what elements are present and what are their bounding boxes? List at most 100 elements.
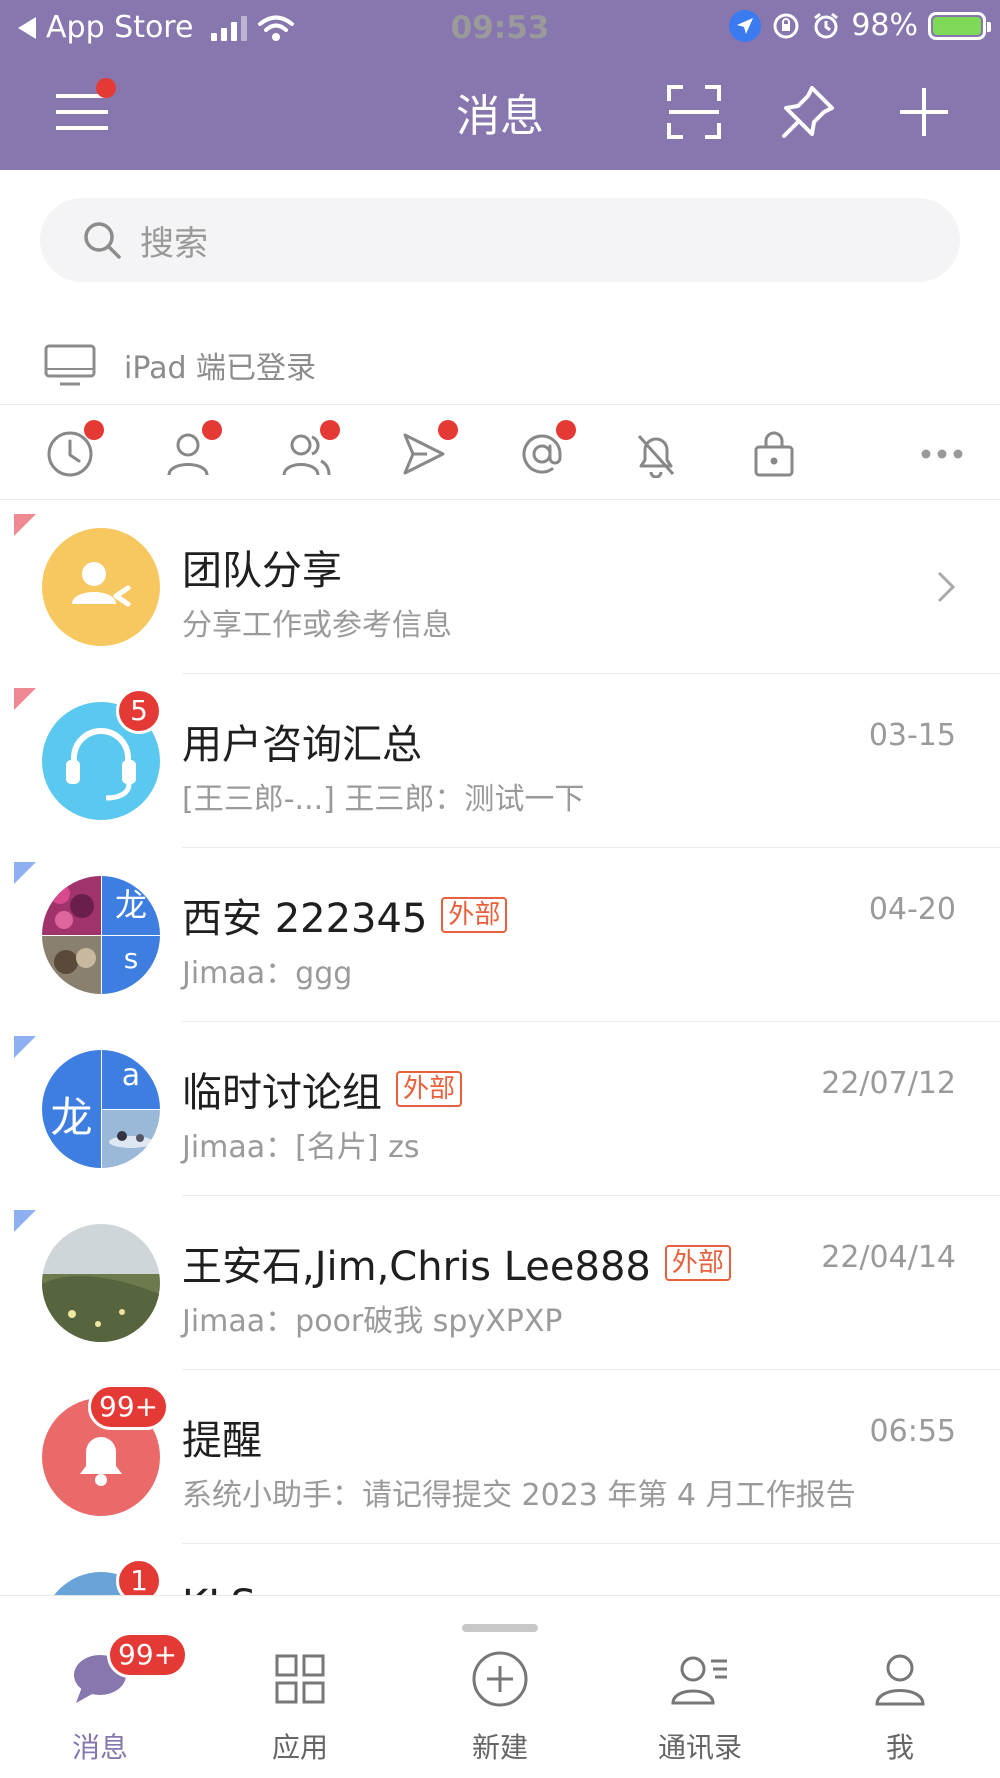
drag-handle[interactable] — [462, 1624, 538, 1632]
tab-label: 通讯录 — [657, 1731, 742, 1764]
conversation-item-temp-group[interactable]: 龙 a 临时讨论组 外部 Jimaa：[名片] zs 22/07/12 — [0, 1022, 1000, 1196]
group-avatar-temp: 龙 a — [42, 1050, 160, 1168]
pinned-corner-marker — [14, 1036, 36, 1058]
external-tag: 外部 — [396, 1071, 463, 1107]
tab-badge: 99+ — [107, 1632, 189, 1678]
group-avatar-xian: 龙 s — [42, 876, 160, 994]
nav-header: 消息 — [0, 62, 1000, 162]
filter-contacts[interactable] — [160, 420, 222, 482]
address-book-icon — [671, 1656, 727, 1705]
more-icon — [921, 449, 963, 459]
conversation-item-kls[interactable]: 1 KLS 昨天 — [0, 1544, 1000, 1595]
tab-messages[interactable]: 99+ 消息 — [0, 1632, 200, 1774]
status-bar: App Store 09:53 98% — [0, 0, 1000, 56]
conversation-preview: 分享工作或参考信息 — [182, 608, 452, 643]
orientation-lock-icon — [773, 13, 799, 38]
avatar-initial: 龙 — [114, 886, 147, 924]
page-title: 消息 — [456, 91, 544, 142]
filter-recent[interactable] — [42, 420, 104, 482]
external-tag: 外部 — [441, 897, 508, 933]
conversation-item-xian[interactable]: 龙 s 西安 222345 外部 Jimaa：ggg 04-20 — [0, 848, 1000, 1022]
pin-button[interactable] — [776, 80, 840, 144]
device-login-text: iPad 端已登录 — [124, 350, 317, 386]
conversation-preview: Jimaa：[名片] zs — [182, 1130, 420, 1165]
bottom-tab-bar: 99+ 消息 应用 新建 通讯录 我 — [0, 1595, 1000, 1778]
conversation-title: 王安石,Jim,Chris Lee888 外部 — [182, 1234, 731, 1292]
tab-new[interactable]: 新建 — [400, 1644, 600, 1774]
unread-badge: 99+ — [88, 1384, 170, 1430]
user-icon — [875, 1654, 925, 1706]
conversation-preview: 系统小助手：请记得提交 2023 年第 4 月工作报告 — [182, 1478, 856, 1513]
filter-dot — [320, 420, 340, 440]
share-user-icon — [72, 562, 131, 607]
tab-label: 我 — [885, 1731, 914, 1764]
scan-button[interactable] — [662, 80, 726, 144]
conversation-preview: [王三郎-...] 王三郎：测试一下 — [182, 782, 585, 817]
conversation-item-team-share[interactable]: 团队分享 分享工作或参考信息 — [0, 500, 1000, 674]
alarm-icon — [814, 12, 839, 38]
filter-dot — [438, 420, 458, 440]
search-icon — [84, 222, 121, 259]
plus-icon — [900, 88, 948, 136]
group-avatar-photo — [42, 1224, 160, 1342]
conversation-item-wang-anshi[interactable]: 王安石,Jim,Chris Lee888 外部 Jimaa：poor破我 spy… — [0, 1196, 1000, 1370]
conversation-item-reminder[interactable]: 99+ 提醒 系统小助手：请记得提交 2023 年第 4 月工作报告 06:55 — [0, 1370, 1000, 1544]
filter-dot — [84, 420, 104, 440]
pin-icon — [782, 86, 834, 138]
avatar-initial: s — [123, 942, 139, 975]
tab-me[interactable]: 我 — [800, 1644, 1000, 1774]
filter-mentions[interactable] — [514, 420, 576, 482]
pinned-corner-marker — [14, 862, 36, 884]
tab-apps[interactable]: 应用 — [200, 1644, 400, 1774]
add-button[interactable] — [892, 80, 956, 144]
unread-badge: 1 — [116, 1558, 162, 1595]
filter-bar — [0, 406, 1000, 500]
conversation-time: 22/04/14 — [821, 1240, 956, 1275]
conversation-title: 提醒 — [182, 1418, 262, 1464]
conversation-list: 团队分享 分享工作或参考信息 5 用户咨询汇总 [王三郎-...] 王三郎：测试… — [0, 500, 1000, 1595]
tab-label: 新建 — [471, 1731, 528, 1764]
conversation-time: 06:55 — [869, 1414, 956, 1449]
conversation-time: 03-15 — [868, 718, 956, 753]
filter-more[interactable] — [914, 426, 970, 482]
monitor-icon — [44, 344, 96, 385]
conversation-time: 昨天 — [896, 1588, 956, 1595]
tab-label: 应用 — [271, 1731, 328, 1764]
device-login-notice[interactable]: iPad 端已登录 — [0, 325, 1000, 405]
lock-icon — [754, 431, 794, 477]
battery-percent: 98% — [851, 8, 918, 43]
grid-icon — [275, 1654, 325, 1704]
tab-label: 消息 — [71, 1731, 128, 1764]
filter-dot — [556, 420, 576, 440]
pinned-corner-marker — [14, 688, 36, 710]
location-icon — [729, 9, 762, 42]
filter-sent[interactable] — [396, 420, 458, 482]
plus-circle-icon — [472, 1651, 528, 1707]
bell-off-icon — [637, 434, 675, 478]
send-icon — [403, 433, 445, 475]
search-bar[interactable]: 搜索 — [40, 198, 960, 282]
avatar-initial: a — [121, 1058, 141, 1093]
top-bar: App Store 09:53 98% 消息 — [0, 0, 1000, 170]
conversation-title: 用户咨询汇总 — [182, 722, 422, 768]
conversation-time: 04-20 — [868, 892, 956, 927]
conversation-item-user-consult[interactable]: 5 用户咨询汇总 [王三郎-...] 王三郎：测试一下 03-15 — [0, 674, 1000, 848]
unread-badge: 5 — [116, 688, 162, 734]
conversation-title: 团队分享 — [182, 548, 342, 594]
scan-icon — [667, 85, 721, 139]
conversation-time: 22/07/12 — [821, 1066, 956, 1101]
pinned-corner-marker — [14, 1210, 36, 1232]
avatar-initial: 龙 — [50, 1093, 93, 1142]
filter-private[interactable] — [746, 426, 802, 482]
external-tag: 外部 — [664, 1245, 731, 1281]
conversation-title: KLS — [182, 1582, 256, 1595]
search-placeholder: 搜索 — [140, 223, 208, 264]
tab-contacts[interactable]: 通讯录 — [600, 1644, 800, 1774]
chevron-right-icon — [937, 571, 956, 603]
filter-muted[interactable] — [628, 426, 684, 482]
person-icon — [167, 433, 209, 476]
filter-groups[interactable] — [278, 420, 340, 482]
filter-dot — [202, 420, 222, 440]
conversation-title: 西安 222345 外部 — [182, 886, 508, 944]
pinned-corner-marker — [14, 514, 36, 536]
